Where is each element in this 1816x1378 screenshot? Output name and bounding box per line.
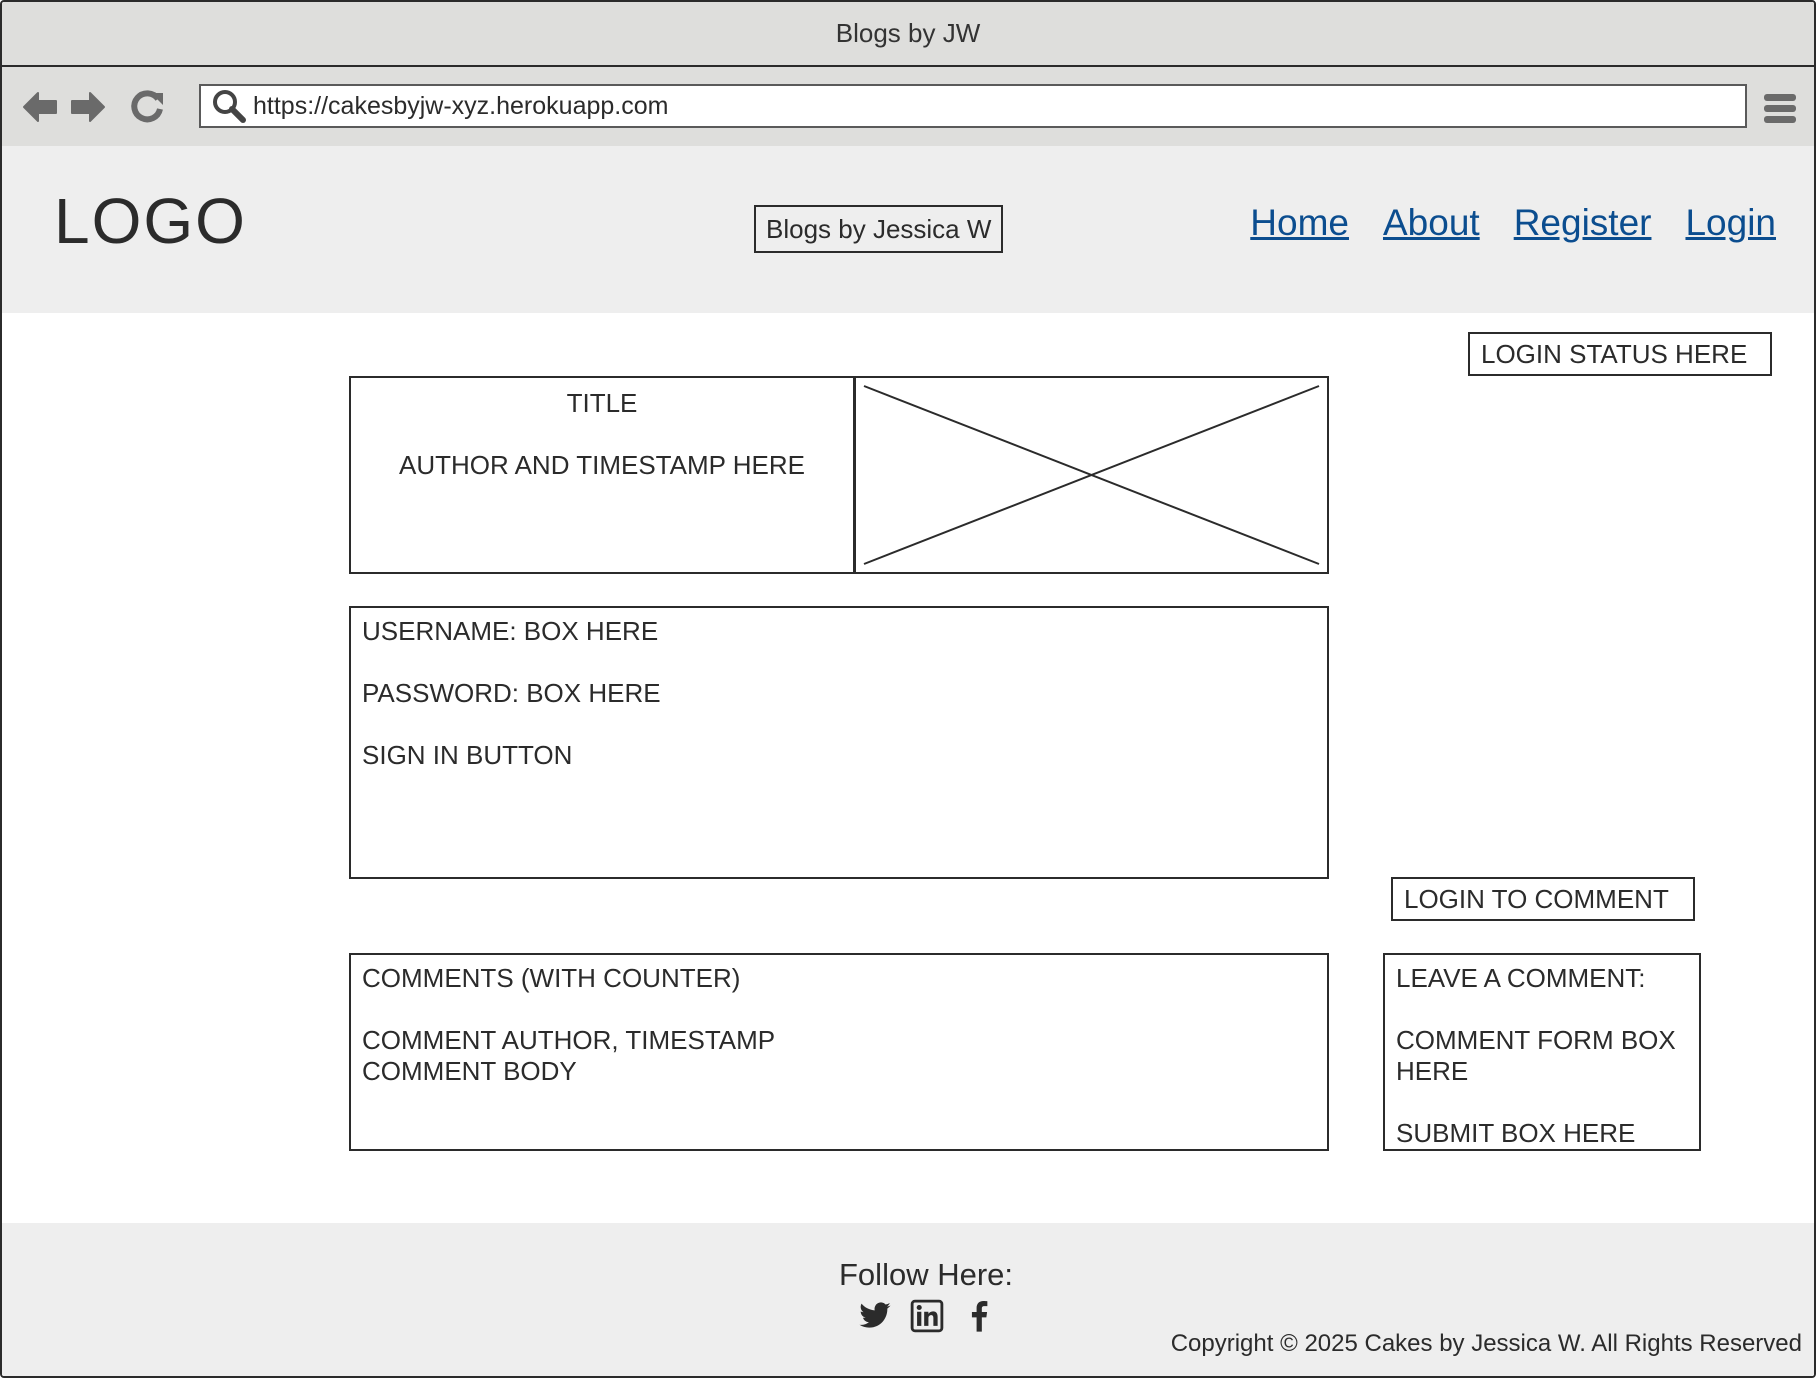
reload-icon[interactable]: [127, 87, 167, 127]
sign-in-button[interactable]: SIGN IN BUTTON: [362, 740, 1316, 771]
username-field-label[interactable]: USERNAME: BOX HERE: [362, 616, 1316, 647]
site-footer: Follow Here: Copyright © 2025 Cakes by J…: [2, 1223, 1814, 1376]
leave-comment-heading: LEAVE A COMMENT:: [1396, 963, 1646, 993]
copyright-text: Copyright © 2025 Cakes by Jessica W. All…: [1170, 1330, 1802, 1357]
nav-link-about[interactable]: About: [1383, 202, 1480, 244]
linkedin-icon[interactable]: [910, 1299, 944, 1333]
login-status-box: LOGIN STATUS HERE: [1468, 332, 1772, 376]
browser-window: Blogs by JW LOGO Blogs by Jessica W Home…: [0, 0, 1816, 1378]
comment-author: COMMENT AUTHOR, TIMESTAMP: [362, 1025, 776, 1055]
image-placeholder: [853, 376, 1329, 574]
comments-box: COMMENTS (WITH COUNTER) COMMENT AUTHOR, …: [349, 953, 1329, 1151]
brand-title: Blogs by Jessica W: [754, 205, 1004, 253]
comments-heading: COMMENTS (WITH COUNTER): [362, 963, 741, 993]
back-arrow-icon[interactable]: [20, 87, 60, 127]
site-logo[interactable]: LOGO: [54, 184, 247, 258]
window-titlebar: Blogs by JW: [2, 2, 1814, 67]
url-input[interactable]: [249, 90, 1745, 122]
search-icon: [209, 86, 249, 126]
browser-toolbar: [2, 67, 1814, 146]
main-nav: Home About Register Login: [1250, 202, 1776, 244]
login-to-comment-button[interactable]: LOGIN TO COMMENT: [1391, 877, 1695, 921]
post-title: TITLE: [566, 388, 638, 418]
social-links: [858, 1299, 996, 1333]
nav-link-login[interactable]: Login: [1685, 202, 1776, 244]
submit-comment-button[interactable]: SUBMIT BOX HERE: [1396, 1118, 1688, 1149]
site-header: LOGO Blogs by Jessica W Home About Regis…: [2, 146, 1814, 313]
address-bar[interactable]: [199, 84, 1747, 128]
comment-form-field[interactable]: COMMENT FORM BOX HERE: [1396, 1025, 1688, 1087]
window-title: Blogs by JW: [835, 18, 981, 48]
nav-link-home[interactable]: Home: [1250, 202, 1349, 244]
post-meta: AUTHOR AND TIMESTAMP HERE: [399, 450, 805, 480]
login-form-box: USERNAME: BOX HERE PASSWORD: BOX HERE SI…: [349, 606, 1329, 879]
forward-arrow-icon[interactable]: [68, 87, 108, 127]
hamburger-menu-icon[interactable]: [1762, 91, 1798, 127]
leave-comment-box: LEAVE A COMMENT: COMMENT FORM BOX HERE S…: [1383, 953, 1701, 1151]
nav-link-register[interactable]: Register: [1514, 202, 1652, 244]
follow-label: Follow Here:: [839, 1257, 1013, 1292]
post-header-box: TITLE AUTHOR AND TIMESTAMP HERE: [349, 376, 855, 574]
password-field-label[interactable]: PASSWORD: BOX HERE: [362, 678, 1316, 709]
comment-body: COMMENT BODY: [362, 1056, 577, 1086]
twitter-icon[interactable]: [858, 1299, 892, 1333]
facebook-icon[interactable]: [962, 1299, 996, 1333]
